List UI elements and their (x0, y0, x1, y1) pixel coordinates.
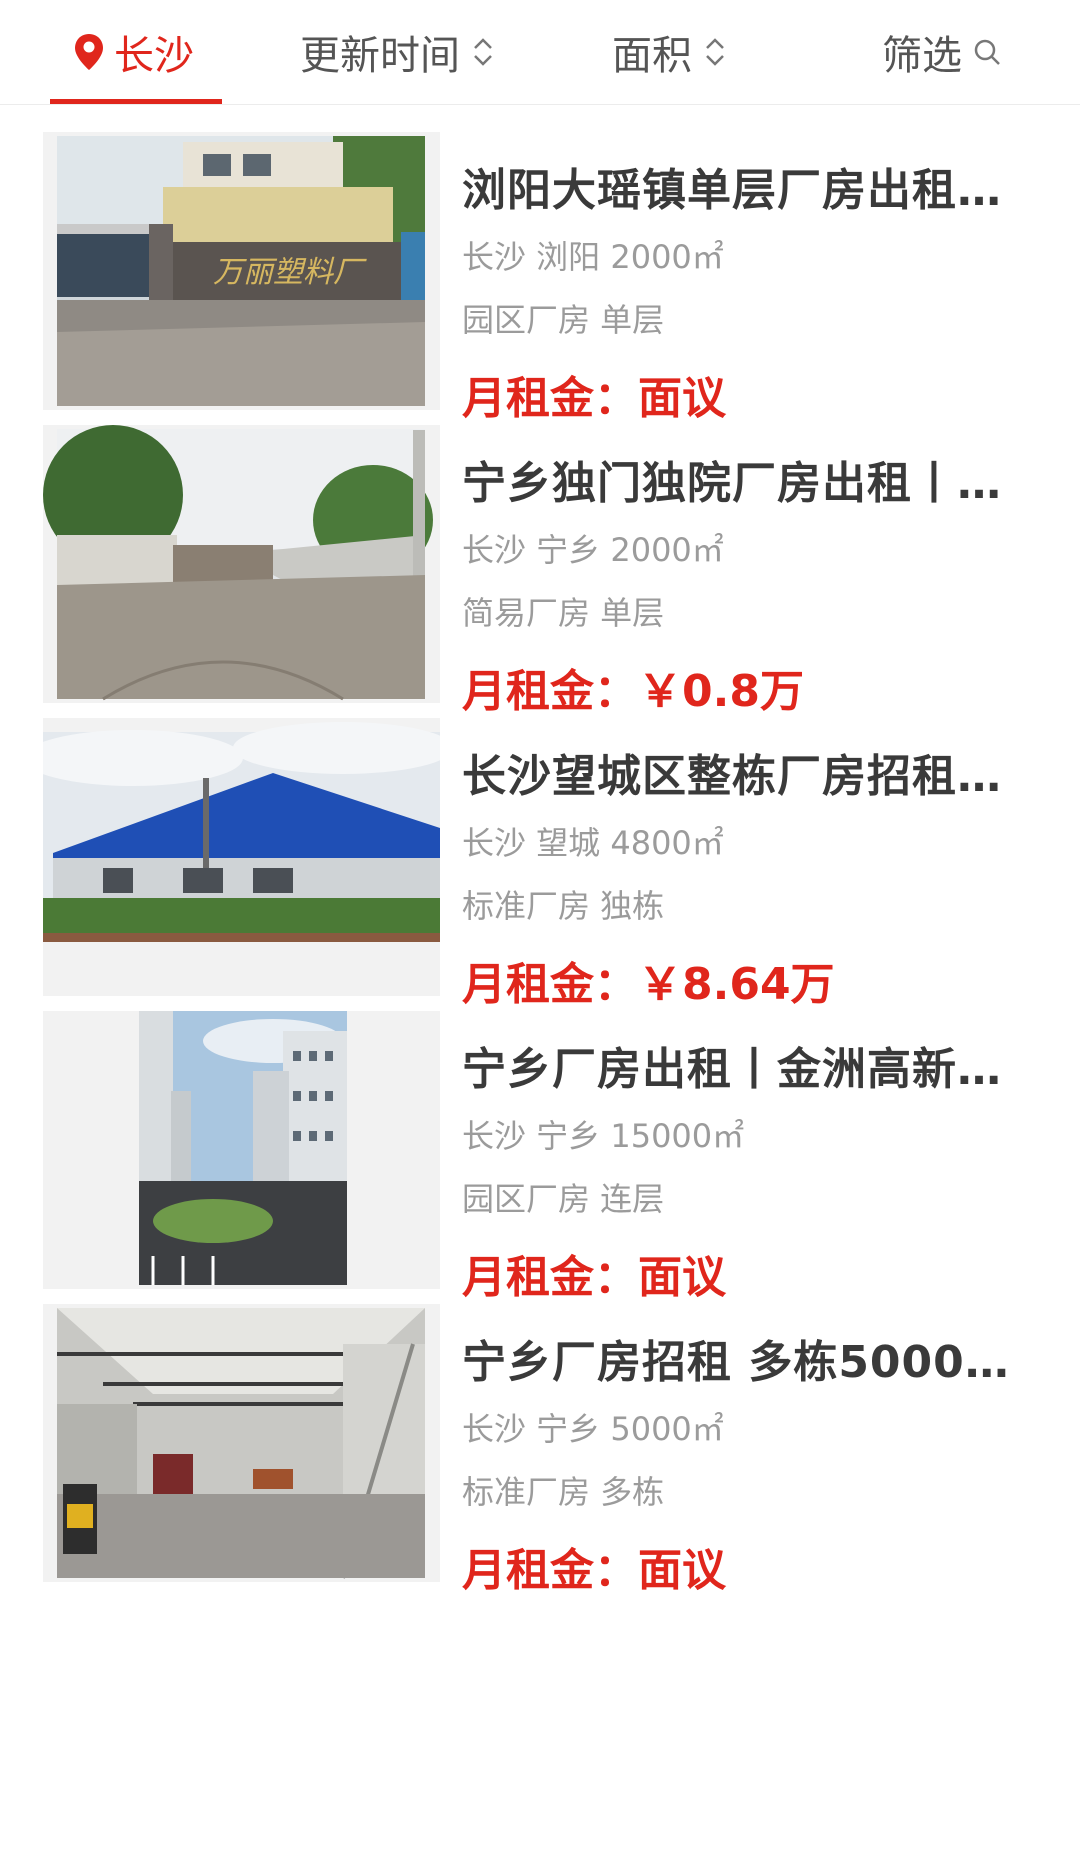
listing-type: 标准厂房 独栋 (462, 887, 665, 925)
factory-yard-photo (43, 425, 440, 703)
listing-type: 园区厂房 连层 (462, 1180, 665, 1218)
warehouse-interior-photo (43, 1304, 440, 1582)
sort-arrows-icon (474, 38, 492, 66)
listing-price: 月租金：面议 (462, 1534, 726, 1598)
price-label: 月租金： (462, 1545, 638, 1596)
search-icon (974, 39, 1000, 65)
listing-type: 园区厂房 单层 (462, 301, 665, 339)
tab-sort-time[interactable]: 更新时间 (300, 0, 494, 104)
price-value: 面议 (638, 1545, 726, 1596)
listing-location: 长沙 望城 4800㎡ (462, 824, 724, 862)
sort-arrows-icon (706, 38, 724, 66)
listing-location: 长沙 浏阳 2000㎡ (462, 238, 724, 276)
listing-photo[interactable]: 万丽塑料厂 (43, 132, 440, 410)
listing-type: 标准厂房 多栋 (462, 1473, 665, 1511)
listing-type: 简易厂房 单层 (462, 594, 665, 632)
industrial-park-photo (43, 1011, 440, 1289)
location-pin-icon (75, 34, 103, 70)
factory-gate-photo: 万丽塑料厂 (43, 132, 440, 410)
listing-photo[interactable] (43, 718, 440, 996)
sort-area-label: 面积 (612, 33, 692, 79)
listing-photo[interactable] (43, 1011, 440, 1289)
filter-bar: 长沙 更新时间 面积 筛选 (0, 0, 1080, 105)
listing-photo[interactable] (43, 1304, 440, 1582)
sign-text: 万丽塑料厂 (213, 256, 367, 289)
tab-sort-area[interactable]: 面积 (612, 0, 726, 104)
listing-title: 浏阳大瑶镇单层厂房出租… (462, 165, 1002, 216)
sort-time-label: 更新时间 (300, 33, 460, 79)
tab-location[interactable]: 长沙 (50, 0, 222, 104)
blue-roof-factory-photo (43, 718, 440, 996)
listing-title: 宁乡独门独院厂房出租丨… (462, 458, 1002, 509)
tab-filter[interactable]: 筛选 (882, 0, 1002, 104)
listing-photo[interactable] (43, 425, 440, 703)
listing-location: 长沙 宁乡 2000㎡ (462, 531, 724, 569)
listing-item[interactable]: 宁乡厂房招租 多栋5000平 … 长沙 宁乡 5000㎡ 标准厂房 多栋 月租金… (0, 1276, 1080, 1596)
listing-item[interactable]: 宁乡独门独院厂房出租丨… 长沙 宁乡 2000㎡ 简易厂房 单层 月租金：￥0.… (0, 397, 1080, 717)
listing-item[interactable]: 万丽塑料厂 浏阳大瑶镇单层厂房出租… 长沙 浏阳 2000㎡ 园区厂房 单层 月… (0, 104, 1080, 424)
listing-title: 长沙望城区整栋厂房招租… (462, 751, 1002, 802)
listing-title: 宁乡厂房招租 多栋5000平 … (462, 1337, 1022, 1388)
listing-location: 长沙 宁乡 15000㎡ (462, 1117, 745, 1155)
location-label: 长沙 (114, 33, 194, 79)
listing-location: 长沙 宁乡 5000㎡ (462, 1410, 724, 1448)
filter-label: 筛选 (882, 33, 962, 79)
listing-item[interactable]: 长沙望城区整栋厂房招租… 长沙 望城 4800㎡ 标准厂房 独栋 月租金：￥8.… (0, 690, 1080, 1010)
listing-item[interactable]: 宁乡厂房出租丨金洲高新… 长沙 宁乡 15000㎡ 园区厂房 连层 月租金：面议 (0, 983, 1080, 1303)
listing-title: 宁乡厂房出租丨金洲高新… (462, 1044, 1002, 1095)
